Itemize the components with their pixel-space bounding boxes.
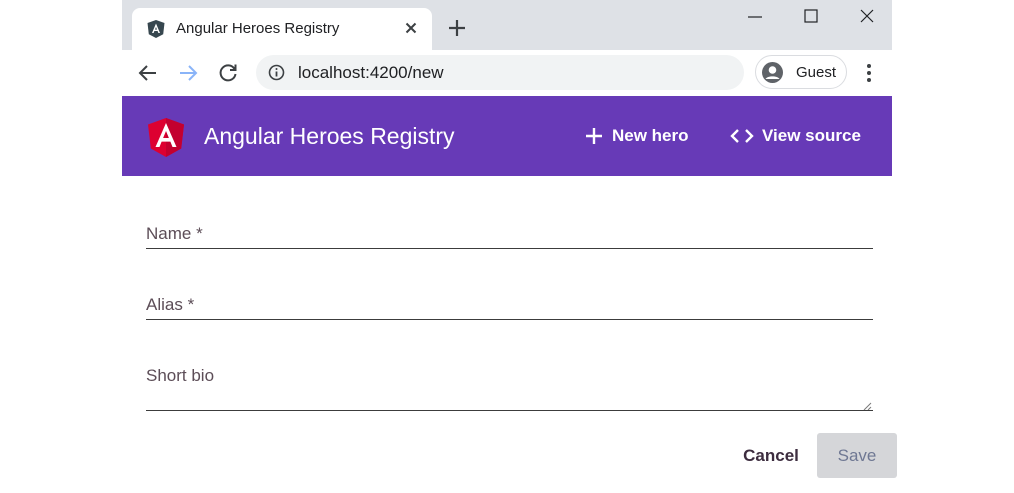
tab-strip: Angular Heroes Registry (122, 0, 892, 50)
new-hero-button[interactable]: New hero (584, 122, 689, 150)
plus-icon (586, 128, 602, 144)
back-arrow-icon (138, 65, 156, 81)
new-hero-label: New hero (612, 126, 689, 145)
save-button[interactable]: Save (817, 433, 897, 478)
angular-icon (146, 19, 166, 39)
short-bio-textarea[interactable]: Short bio (146, 362, 873, 412)
alias-label: Alias * (146, 295, 195, 314)
cancel-button[interactable]: Cancel (743, 434, 799, 478)
name-label: Name * (146, 224, 203, 243)
maximize-icon (804, 9, 818, 23)
kebab-menu-icon[interactable] (859, 61, 879, 85)
back-button[interactable] (136, 61, 160, 85)
name-field[interactable]: Name * (146, 220, 873, 250)
browser-toolbar: localhost:4200/new Guest (122, 50, 892, 96)
window-close-button[interactable] (844, 4, 890, 30)
new-tab-button[interactable] (446, 17, 468, 39)
code-icon (730, 129, 754, 143)
close-icon[interactable] (402, 19, 420, 37)
minimize-icon (748, 16, 762, 18)
short-bio-label: Short bio (146, 366, 215, 385)
forward-arrow-icon (180, 65, 198, 81)
alias-field[interactable]: Alias * (146, 291, 873, 321)
browser-window: Angular Heroes Registry localhost:4200/n… (122, 0, 897, 493)
account-icon (761, 61, 784, 84)
field-underline (146, 319, 873, 320)
resize-handle-icon[interactable] (862, 398, 872, 411)
forward-button[interactable] (176, 61, 200, 85)
minimize-button[interactable] (732, 4, 778, 30)
reload-icon (219, 64, 237, 82)
profile-button[interactable]: Guest (755, 55, 847, 89)
field-underline (146, 410, 873, 411)
angular-logo (146, 117, 186, 159)
maximize-button[interactable] (788, 4, 834, 30)
app-toolbar: Angular Heroes Registry New hero View so… (122, 96, 892, 176)
info-icon[interactable] (268, 64, 285, 81)
profile-label: Guest (796, 64, 837, 81)
url-text: localhost:4200/new (298, 63, 444, 82)
tab-title: Angular Heroes Registry (176, 20, 340, 37)
browser-tab[interactable]: Angular Heroes Registry (132, 8, 432, 50)
close-icon (860, 9, 874, 23)
reload-button[interactable] (216, 61, 240, 85)
view-source-label: View source (762, 126, 861, 145)
plus-icon (449, 20, 465, 36)
view-source-button[interactable]: View source (730, 122, 861, 150)
address-bar[interactable]: localhost:4200/new (256, 55, 744, 90)
app-title: Angular Heroes Registry (204, 123, 455, 149)
field-underline (146, 248, 873, 249)
